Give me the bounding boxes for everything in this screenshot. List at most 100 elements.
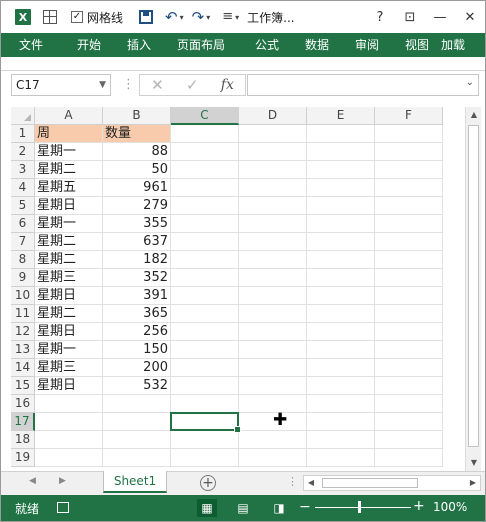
scroll-left-icon[interactable]: ◀ [304, 476, 318, 490]
cell-c7[interactable] [171, 233, 239, 251]
cell-c5[interactable] [171, 197, 239, 215]
cell-d8[interactable] [239, 251, 307, 269]
select-all-button[interactable] [11, 107, 35, 125]
cell-e12[interactable] [307, 323, 375, 341]
cancel-icon[interactable]: ✕ [151, 76, 164, 94]
row-header-6[interactable]: 6 [11, 215, 35, 233]
cell-f17[interactable] [375, 413, 443, 431]
cell-c16[interactable] [171, 395, 239, 413]
cell-d9[interactable] [239, 269, 307, 287]
tab-sheet1[interactable]: Sheet1 [103, 471, 167, 493]
cell-c15[interactable] [171, 377, 239, 395]
page-break-preview-button[interactable]: ◨ [269, 499, 289, 517]
cell-a14[interactable]: 星期三 [35, 359, 103, 377]
cell-d1[interactable] [239, 125, 307, 143]
cell-f11[interactable] [375, 305, 443, 323]
scroll-down-icon[interactable]: ▼ [466, 455, 482, 471]
row-header-5[interactable]: 5 [11, 197, 35, 215]
cell-e16[interactable] [307, 395, 375, 413]
redo-icon[interactable]: ↷ [192, 8, 205, 26]
worksheet-grid[interactable]: A B C D E F 1 周数量 2 星期一 88 3 星期二 50 4 星期五 961 5 星期日 279 6 星期一… [11, 107, 483, 471]
column-header-f[interactable]: F [375, 107, 443, 125]
zoom-slider[interactable] [315, 507, 411, 508]
cell-f19[interactable] [375, 449, 443, 467]
cell-f8[interactable] [375, 251, 443, 269]
cell-e9[interactable] [307, 269, 375, 287]
cell-e6[interactable] [307, 215, 375, 233]
cell-c12[interactable] [171, 323, 239, 341]
cell-c14[interactable] [171, 359, 239, 377]
sheet-next-icon[interactable]: ▶ [59, 476, 66, 486]
cell-b10[interactable]: 391 [103, 287, 171, 305]
row-header-8[interactable]: 8 [11, 251, 35, 269]
tab-addins[interactable]: 加载 [441, 33, 465, 57]
cell-d12[interactable] [239, 323, 307, 341]
cell-e3[interactable] [307, 161, 375, 179]
page-layout-view-button[interactable]: ▤ [233, 499, 253, 517]
cell-c8[interactable] [171, 251, 239, 269]
cell-a6[interactable]: 星期一 [35, 215, 103, 233]
active-cell-selection[interactable] [170, 412, 241, 433]
cell-b15[interactable]: 532 [103, 377, 171, 395]
row-header-12[interactable]: 12 [11, 323, 35, 341]
cell-f9[interactable] [375, 269, 443, 287]
cell-a17[interactable] [35, 413, 103, 431]
cell-a10[interactable]: 星期日 [35, 287, 103, 305]
cell-b13[interactable]: 150 [103, 341, 171, 359]
row-header-4[interactable]: 4 [11, 179, 35, 197]
cell-b12[interactable]: 256 [103, 323, 171, 341]
cell-d19[interactable] [239, 449, 307, 467]
vertical-scrollbar[interactable]: ▲ ▼ [465, 107, 481, 471]
cell-c9[interactable] [171, 269, 239, 287]
close-button[interactable]: ✕ [455, 10, 485, 25]
customize-dropdown-icon[interactable]: ▾ [235, 13, 239, 22]
cell-a1[interactable]: 周 [35, 125, 103, 143]
cell-f3[interactable] [375, 161, 443, 179]
tab-review[interactable]: 审阅 [341, 33, 393, 57]
row-header-14[interactable]: 14 [11, 359, 35, 377]
cell-c10[interactable] [171, 287, 239, 305]
undo-icon[interactable]: ↶ [165, 8, 178, 26]
cell-c2[interactable] [171, 143, 239, 161]
cell-f7[interactable] [375, 233, 443, 251]
cell-a18[interactable] [35, 431, 103, 449]
cell-e13[interactable] [307, 341, 375, 359]
cell-d18[interactable] [239, 431, 307, 449]
tab-data[interactable]: 数据 [293, 33, 341, 57]
cell-b1[interactable]: 数量 [103, 125, 171, 143]
cell-d3[interactable] [239, 161, 307, 179]
cell-f4[interactable] [375, 179, 443, 197]
cell-e2[interactable] [307, 143, 375, 161]
cell-c18[interactable] [171, 431, 239, 449]
save-icon[interactable] [139, 10, 154, 24]
normal-view-button[interactable]: ▦ [197, 499, 217, 517]
cell-e1[interactable] [307, 125, 375, 143]
enter-icon[interactable]: ✓ [186, 76, 199, 94]
cell-e10[interactable] [307, 287, 375, 305]
cell-e15[interactable] [307, 377, 375, 395]
cell-a4[interactable]: 星期五 [35, 179, 103, 197]
cell-e7[interactable] [307, 233, 375, 251]
row-header-18[interactable]: 18 [11, 431, 35, 449]
cell-f1[interactable] [375, 125, 443, 143]
scroll-right-icon[interactable]: ▶ [466, 476, 480, 490]
formula-bar-splitter-icon[interactable]: ⋮ [122, 77, 135, 92]
formula-input[interactable]: ⌄ [247, 74, 479, 96]
column-header-a[interactable]: A [35, 107, 103, 125]
vertical-scroll-thumb[interactable] [468, 125, 479, 447]
cell-a2[interactable]: 星期一 [35, 143, 103, 161]
cell-d4[interactable] [239, 179, 307, 197]
expand-formula-bar-icon[interactable]: ⌄ [466, 77, 474, 88]
cell-d5[interactable] [239, 197, 307, 215]
minimize-button[interactable]: — [425, 10, 455, 25]
cell-a15[interactable]: 星期日 [35, 377, 103, 395]
cell-f15[interactable] [375, 377, 443, 395]
cell-d11[interactable] [239, 305, 307, 323]
cell-b9[interactable]: 352 [103, 269, 171, 287]
cell-b8[interactable]: 182 [103, 251, 171, 269]
cell-b14[interactable]: 200 [103, 359, 171, 377]
cell-e4[interactable] [307, 179, 375, 197]
cell-b11[interactable]: 365 [103, 305, 171, 323]
cell-b2[interactable]: 88 [103, 143, 171, 161]
cell-e8[interactable] [307, 251, 375, 269]
